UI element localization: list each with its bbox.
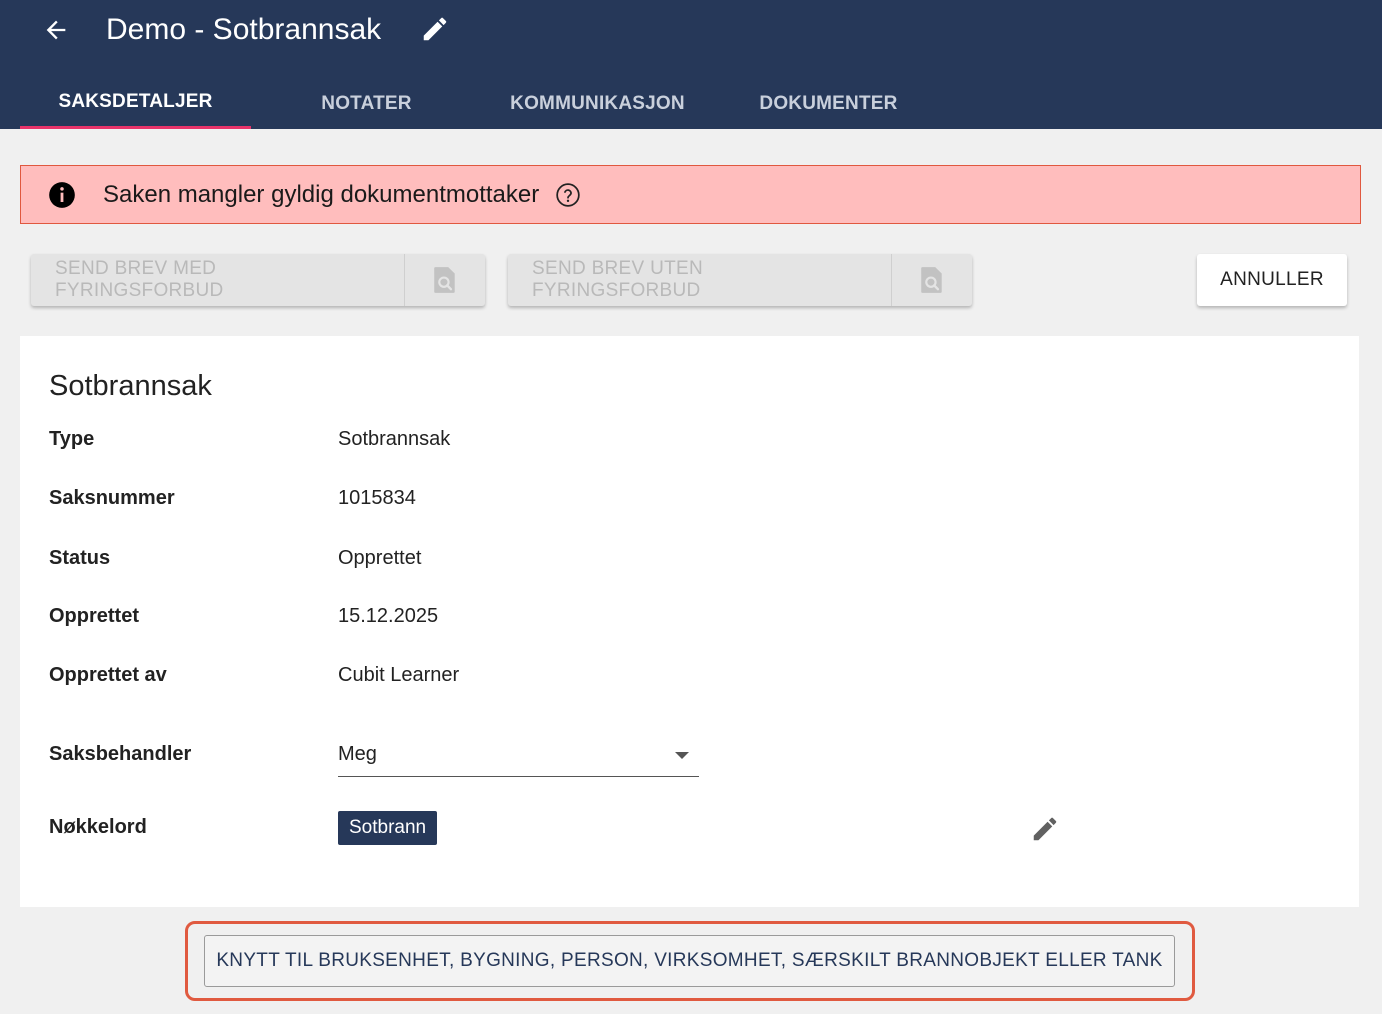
status-label: Status: [49, 547, 111, 569]
tab-saksdetaljer[interactable]: SAKSDETALJER: [20, 78, 251, 129]
edit-title-pencil-icon[interactable]: [418, 12, 452, 46]
help-circle-icon[interactable]: [555, 182, 581, 208]
handler-label: Saksbehandler: [49, 743, 192, 765]
created-value: 15.12.2025: [338, 605, 439, 627]
preview-document-search-icon[interactable]: [405, 254, 485, 306]
page-title: Demo - Sotbrannsak: [106, 13, 382, 46]
keyword-chip: Sotbrann: [338, 811, 438, 845]
status-value: Opprettet: [338, 547, 422, 569]
tab-notater[interactable]: NOTATER: [251, 78, 482, 129]
type-value: Sotbrannsak: [338, 428, 451, 450]
card-title: Sotbrannsak: [49, 370, 212, 402]
dropdown-arrow-icon: [675, 752, 689, 759]
created-by-label: Opprettet av: [49, 664, 167, 686]
send-with-ban-split-button: SEND BREV MED FYRINGSFORBUD: [31, 254, 485, 306]
alert-message: Saken mangler gyldig dokumentmottaker: [103, 180, 540, 208]
link-to-object-button[interactable]: KNYTT TIL BRUKSENHET, BYGNING, PERSON, V…: [204, 935, 1175, 987]
tab-bar: SAKSDETALJER NOTATER KOMMUNIKASJON DOKUM…: [20, 78, 944, 129]
keywords-label: Nøkkelord: [49, 816, 147, 838]
send-without-ban-split-button: SEND BREV UTEN FYRINGSFORBUD: [508, 254, 972, 306]
warning-alert: Saken mangler gyldig dokumentmottaker: [20, 165, 1361, 224]
back-arrow-icon[interactable]: [38, 12, 74, 48]
preview-document-search-icon[interactable]: [892, 254, 972, 306]
case-number-label: Saksnummer: [49, 487, 175, 509]
handler-selected-value: Meg: [338, 743, 377, 765]
info-icon: [49, 181, 75, 208]
created-by-value: Cubit Learner: [338, 664, 460, 686]
edit-keywords-pencil-icon[interactable]: [1028, 812, 1062, 846]
tab-kommunikasjon[interactable]: KOMMUNIKASJON: [482, 78, 713, 129]
cancel-button[interactable]: ANNULLER: [1197, 254, 1347, 306]
send-letter-with-ban-button[interactable]: SEND BREV MED FYRINGSFORBUD: [31, 254, 405, 306]
case-details-card: Sotbrannsak Type Sotbrannsak Saksnummer …: [20, 336, 1359, 907]
case-number-value: 1015834: [338, 487, 416, 509]
tab-dokumenter[interactable]: DOKUMENTER: [713, 78, 944, 129]
send-letter-without-ban-button[interactable]: SEND BREV UTEN FYRINGSFORBUD: [508, 254, 892, 306]
created-label: Opprettet: [49, 605, 139, 627]
type-label: Type: [49, 428, 95, 450]
app-header: Demo - Sotbrannsak SAKSDETALJER NOTATER …: [0, 0, 1382, 129]
handler-select[interactable]: Meg: [338, 738, 699, 777]
